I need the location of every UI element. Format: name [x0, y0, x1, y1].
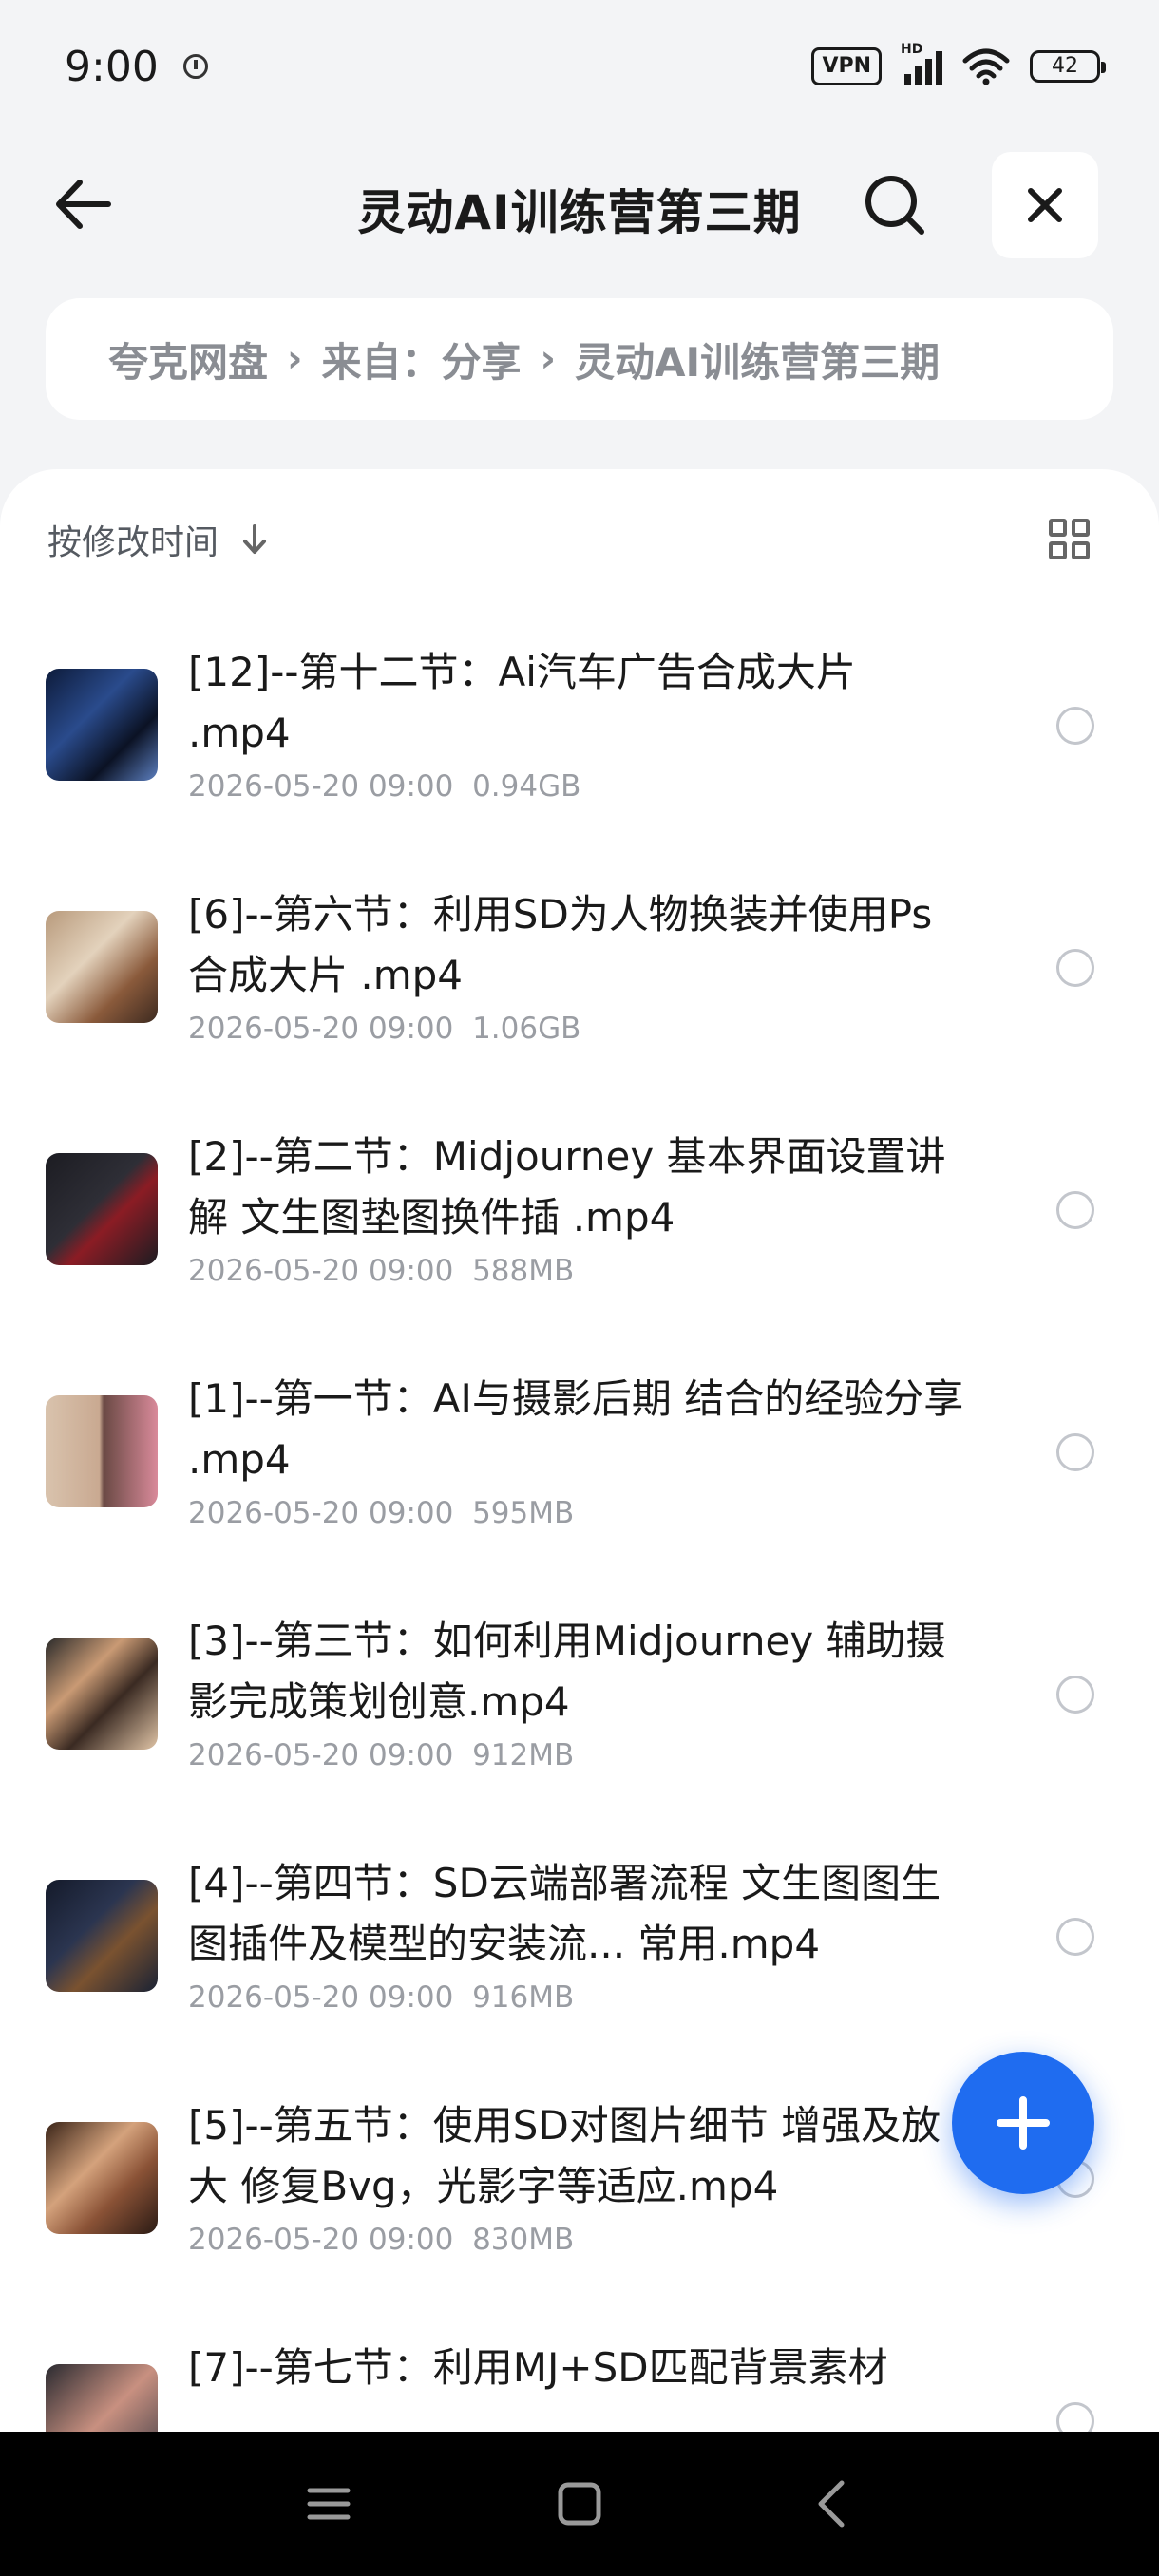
clock-time: 9:00: [65, 42, 159, 91]
file-date: 2026-05-20 09:00: [188, 1738, 454, 1772]
select-checkbox[interactable]: [1056, 1918, 1094, 1956]
close-icon: [1028, 188, 1062, 222]
file-row[interactable]: [1]--第一节：AI与摄影后期 结合的经验分享 .mp4 2026-05-20…: [0, 1348, 1159, 1590]
arrow-down-icon: [243, 524, 267, 554]
battery-icon: 42: [1030, 50, 1106, 83]
file-meta: 2026-05-20 09:00 916MB: [188, 1980, 574, 2015]
file-name: [3]--第三节：如何利用Midjourney 辅助摄影完成策划创意.mp4: [188, 1618, 946, 1725]
status-bar: 9:00 VPN HD 42: [0, 0, 1159, 133]
select-checkbox[interactable]: [1056, 707, 1094, 745]
close-button[interactable]: [992, 152, 1098, 258]
select-checkbox[interactable]: [1056, 2402, 1094, 2432]
vpn-badge: VPN: [811, 47, 882, 85]
menu-icon: [307, 2488, 351, 2520]
file-date: 2026-05-20 09:00: [188, 1012, 454, 1046]
chevron-left-icon: [818, 2480, 845, 2528]
alarm-icon: [182, 54, 208, 79]
header: 灵动AI训练营第三期: [0, 142, 1159, 266]
breadcrumb-item-share[interactable]: 来自：分享: [322, 331, 522, 388]
chevron-right-icon: ›: [540, 337, 556, 381]
file-row[interactable]: [12]--第十二节：Ai汽车广告合成大片 .mp4 2026-05-20 09…: [0, 621, 1159, 863]
file-size: 588MB: [472, 1254, 575, 1288]
sort-control[interactable]: 按修改时间: [48, 515, 274, 564]
file-meta: 2026-05-20 09:00 595MB: [188, 1496, 574, 1530]
cell-signal-icon: HD: [901, 42, 942, 85]
file-date: 2026-05-20 09:00: [188, 769, 454, 804]
grid-view-toggle[interactable]: [1049, 519, 1091, 560]
page-title: 灵动AI训练营第三期: [357, 185, 802, 240]
file-size: 830MB: [472, 2223, 575, 2257]
file-meta: 2026-05-20 09:00 1.06GB: [188, 1012, 580, 1046]
video-thumbnail: [46, 1638, 158, 1750]
video-thumbnail: [46, 1395, 158, 1507]
file-size: 916MB: [472, 1980, 575, 2015]
video-thumbnail: [46, 1880, 158, 1992]
menu-button[interactable]: [300, 2475, 357, 2532]
file-date: 2026-05-20 09:00: [188, 1496, 454, 1530]
file-meta: 2026-05-20 09:00 0.94GB: [188, 769, 580, 804]
file-row[interactable]: [3]--第三节：如何利用Midjourney 辅助摄影完成策划创意.mp4 2…: [0, 1590, 1159, 1832]
grid-view-icon: [1049, 519, 1067, 537]
sort-label: 按修改时间: [48, 523, 219, 562]
file-row[interactable]: [2]--第二节：Midjourney 基本界面设置讲解 文生图垫图换件插 .m…: [0, 1106, 1159, 1348]
wifi-icon: [961, 47, 1011, 85]
file-row[interactable]: [6]--第六节：利用SD为人物换装并使用Ps合成大片 .mp4 2026-05…: [0, 863, 1159, 1106]
breadcrumb: 夸克网盘 › 来自：分享 › 灵动AI训练营第三期: [46, 298, 1113, 420]
video-thumbnail: [46, 1153, 158, 1265]
nav-back-button[interactable]: [804, 2475, 861, 2532]
system-nav-bar: [0, 2432, 1159, 2576]
video-thumbnail: [46, 2364, 158, 2432]
plus-icon: [997, 2096, 1050, 2150]
file-name: [6]--第六节：利用SD为人物换装并使用Ps合成大片 .mp4: [188, 891, 933, 998]
add-button[interactable]: [952, 2052, 1094, 2194]
file-name: [7]--第七节：利用MJ+SD匹配背景素材: [188, 2344, 888, 2391]
select-checkbox[interactable]: [1056, 1676, 1094, 1714]
home-icon: [558, 2482, 601, 2526]
file-name: [12]--第十二节：Ai汽车广告合成大片 .mp4: [188, 649, 856, 756]
file-row[interactable]: [4]--第四节：SD云端部署流程 文生图图生图插件及模型的安装流... 常用.…: [0, 1832, 1159, 2074]
file-size: 1.06GB: [472, 1012, 581, 1046]
status-left: 9:00: [65, 43, 208, 91]
file-name: [5]--第五节：使用SD对图片细节 增强及放大 修复Bvg，光影字等适应.mp…: [188, 2102, 941, 2209]
file-size: 0.94GB: [472, 769, 581, 804]
video-thumbnail: [46, 669, 158, 781]
chevron-right-icon: ›: [287, 337, 303, 381]
file-meta: 2026-05-20 09:00 588MB: [188, 1254, 574, 1288]
select-checkbox[interactable]: [1056, 1433, 1094, 1471]
file-name: [2]--第二节：Midjourney 基本界面设置讲解 文生图垫图换件插 .m…: [188, 1133, 946, 1241]
file-size: 912MB: [472, 1738, 575, 1772]
network-type-label: HD: [901, 42, 923, 57]
video-thumbnail: [46, 911, 158, 1023]
file-meta: 2026-05-20 09:00 912MB: [188, 1738, 574, 1772]
search-icon: [865, 176, 924, 235]
breadcrumb-item-root[interactable]: 夸克网盘: [108, 331, 268, 388]
video-thumbnail: [46, 2122, 158, 2234]
status-right: VPN HD 42: [811, 42, 1106, 85]
file-date: 2026-05-20 09:00: [188, 1254, 454, 1288]
search-button[interactable]: [861, 171, 929, 239]
file-date: 2026-05-20 09:00: [188, 1980, 454, 2015]
select-checkbox[interactable]: [1056, 949, 1094, 987]
select-checkbox[interactable]: [1056, 1191, 1094, 1229]
file-name: [1]--第一节：AI与摄影后期 结合的经验分享 .mp4: [188, 1375, 964, 1483]
file-name: [4]--第四节：SD云端部署流程 文生图图生图插件及模型的安装流... 常用.…: [188, 1860, 941, 1967]
breadcrumb-item-current[interactable]: 灵动AI训练营第三期: [575, 331, 940, 388]
file-size: 595MB: [472, 1496, 575, 1530]
home-button[interactable]: [551, 2475, 608, 2532]
file-row[interactable]: [7]--第七节：利用MJ+SD匹配背景素材: [0, 2317, 1159, 2432]
file-meta: 2026-05-20 09:00 830MB: [188, 2223, 574, 2257]
file-date: 2026-05-20 09:00: [188, 2223, 454, 2257]
